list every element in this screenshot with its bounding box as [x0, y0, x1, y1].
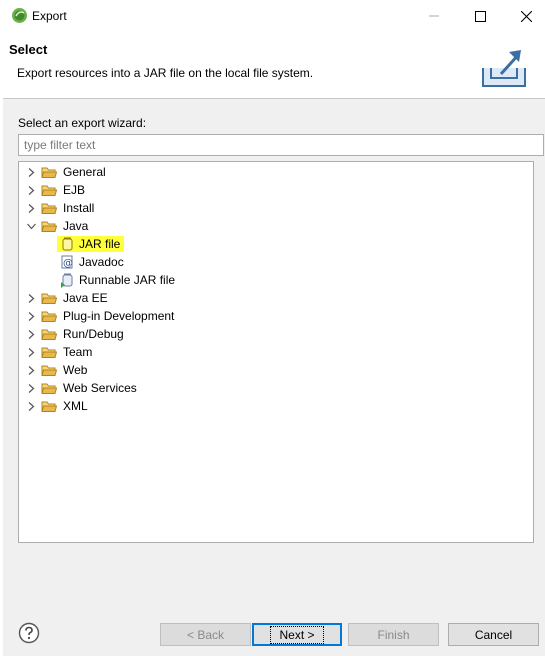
folder-icon — [41, 293, 57, 304]
chevron-down-icon[interactable] — [25, 217, 37, 235]
tree-item-label: JAR file — [79, 237, 121, 251]
next-button-label: Next > — [270, 625, 324, 644]
chevron-right-icon[interactable] — [25, 289, 37, 307]
javadoc-icon: @ — [61, 255, 73, 269]
tree-item-jar-file[interactable]: JAR file — [57, 235, 125, 253]
tree-item-ejb[interactable]: EJB — [25, 181, 85, 199]
wizard-prompt: Select an export wizard: — [18, 116, 147, 130]
tree-item-install[interactable]: Install — [25, 199, 94, 217]
window-title: Export — [32, 9, 67, 23]
export-dialog: Export Select Export resources into a JA… — [3, 0, 545, 656]
tree-item-label: Web — [63, 363, 88, 377]
folder-icon — [41, 329, 57, 340]
selection-highlight: JAR file — [57, 236, 125, 252]
tree-item-java-ee[interactable]: Java EE — [25, 289, 108, 307]
folder-icon — [41, 365, 57, 376]
folder-open-icon — [41, 221, 57, 232]
tree-item-label: Team — [63, 345, 93, 359]
filter-input[interactable] — [18, 134, 544, 156]
folder-icon — [41, 383, 57, 394]
next-button[interactable]: Next > — [252, 623, 342, 646]
tree-item-label: Run/Debug — [63, 327, 124, 341]
svg-text:@: @ — [63, 258, 73, 269]
folder-icon — [41, 347, 57, 358]
cancel-button[interactable]: Cancel — [448, 623, 539, 646]
maximize-icon — [474, 10, 486, 22]
chevron-right-icon[interactable] — [25, 307, 37, 325]
folder-icon — [41, 167, 57, 178]
folder-icon — [41, 311, 57, 322]
chevron-right-icon[interactable] — [25, 325, 37, 343]
minimize-icon — [429, 15, 439, 17]
tree-item-label: Javadoc — [79, 255, 124, 269]
help-icon[interactable] — [18, 622, 40, 644]
export-banner-icon — [482, 50, 526, 87]
page-description: Export resources into a JAR file on the … — [17, 66, 314, 80]
tree-item-label: Install — [63, 201, 95, 215]
tree-item-label: Runnable JAR file — [79, 273, 176, 287]
tree-item-label: EJB — [63, 183, 86, 197]
folder-icon — [41, 401, 57, 412]
tree-item-plugin-development[interactable]: Plug-in Development — [25, 307, 174, 325]
close-button[interactable] — [503, 0, 545, 32]
tree-item-run-debug[interactable]: Run/Debug — [25, 325, 124, 343]
wizard-header: Select Export resources into a JAR file … — [3, 32, 545, 99]
tree-item-label: Java — [63, 219, 89, 233]
chevron-right-icon[interactable] — [25, 343, 37, 361]
tree-item-label: Java EE — [63, 291, 108, 305]
tree-item-team[interactable]: Team — [25, 343, 92, 361]
tree-item-label: Web Services — [63, 381, 137, 395]
title-bar: Export — [3, 0, 545, 32]
eclipse-app-icon — [12, 8, 27, 23]
maximize-button[interactable] — [457, 0, 503, 32]
finish-button[interactable]: Finish — [348, 623, 439, 646]
folder-icon — [41, 185, 57, 196]
chevron-right-icon[interactable] — [25, 163, 37, 181]
tree-item-javadoc[interactable]: @ Javadoc — [59, 253, 124, 271]
tree-item-label: XML — [63, 399, 88, 413]
chevron-right-icon[interactable] — [25, 397, 37, 415]
tree-item-java[interactable]: Java — [25, 217, 88, 235]
chevron-right-icon[interactable] — [25, 181, 37, 199]
tree-item-xml[interactable]: XML — [25, 397, 88, 415]
tree-item-label: Plug-in Development — [63, 309, 175, 323]
tree-item-runnable-jar-file[interactable]: Runnable JAR file — [59, 271, 175, 289]
tree-item-web-services[interactable]: Web Services — [25, 379, 137, 397]
chevron-right-icon[interactable] — [25, 199, 37, 217]
close-icon — [520, 10, 532, 22]
tree-item-label: General — [63, 165, 106, 179]
chevron-right-icon[interactable] — [25, 379, 37, 397]
jar-icon — [62, 237, 73, 251]
wizard-tree[interactable]: General EJB Install Java JAR file @ Java… — [18, 161, 534, 543]
minimize-button[interactable] — [411, 0, 457, 32]
chevron-right-icon[interactable] — [25, 361, 37, 379]
folder-icon — [41, 203, 57, 214]
runnable-jar-icon — [61, 273, 73, 288]
page-title: Select — [9, 42, 48, 57]
tree-item-web[interactable]: Web — [25, 361, 87, 379]
back-button[interactable]: < Back — [160, 623, 251, 646]
tree-item-general[interactable]: General — [25, 163, 106, 181]
